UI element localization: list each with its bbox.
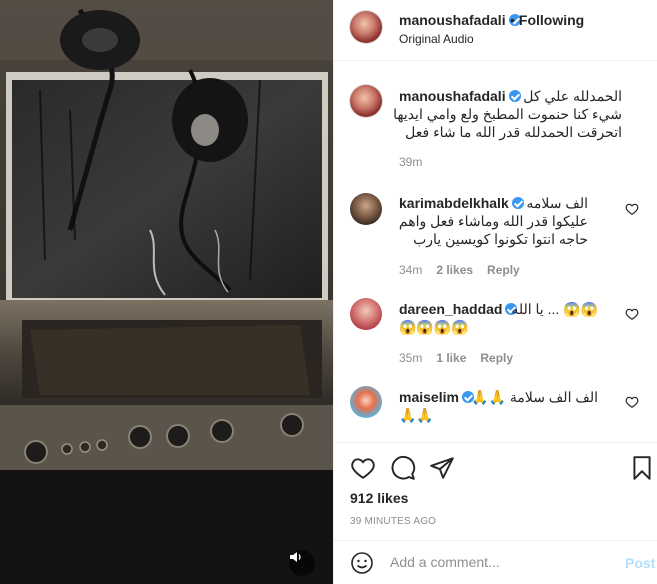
post-timestamp[interactable]: 39 MINUTES AGO <box>350 516 436 527</box>
caption-line-2: شيء كنا حنموت المطبخ ولع وامي ايديها <box>393 106 622 122</box>
like-comment-heart-icon[interactable] <box>625 202 639 216</box>
comment-username[interactable]: dareen_haddad <box>399 301 518 317</box>
original-audio-link[interactable]: Original Audio <box>399 32 474 46</box>
likes-count[interactable]: 912 likes <box>350 490 408 506</box>
comment-line: 😱😱😱😱 <box>399 319 469 335</box>
comment-avatar[interactable] <box>350 193 382 225</box>
post-button[interactable]: Post <box>625 555 655 571</box>
comment-age[interactable]: 35m <box>399 351 422 365</box>
add-comment-bar: Post <box>334 540 657 584</box>
comment-line: الف الف سلامة 🙏🙏 <box>471 389 598 405</box>
post-actions: 912 likes 39 MINUTES AGO <box>334 442 657 540</box>
comment-likes[interactable]: 2 likes <box>436 263 473 277</box>
caption-line-1: الحمدلله علي كل <box>523 88 622 104</box>
comment-line: حاجه انتوا تكونوا كويسين يارب <box>413 231 588 247</box>
like-comment-heart-icon[interactable] <box>625 395 639 409</box>
post-media[interactable] <box>0 0 333 584</box>
caption-username[interactable]: manoushafadali <box>399 88 521 104</box>
emoji-icon[interactable] <box>350 551 374 575</box>
like-heart-icon[interactable] <box>350 455 376 481</box>
caption-line-3: اتحرقت الحمدلله قدر الله ما شاء فعل <box>405 124 622 140</box>
comment-meta: 34m 2 likes Reply <box>399 263 520 277</box>
comment-bubble-icon[interactable] <box>390 455 416 481</box>
post-header: manoushafadali • Following Original Audio <box>334 0 657 61</box>
audio-toggle-button[interactable] <box>289 550 315 576</box>
reply-button[interactable]: Reply <box>480 351 513 365</box>
comment-meta: 35m 1 like Reply <box>399 351 513 365</box>
speaker-icon <box>290 552 301 562</box>
comment-input[interactable] <box>390 554 610 570</box>
comment-line: الف سلامه <box>526 195 588 211</box>
header-username[interactable]: manoushafadali <box>399 12 521 28</box>
comment-username[interactable]: karimabdelkhalk <box>399 195 524 211</box>
comment-age[interactable]: 34m <box>399 263 422 277</box>
caption-age[interactable]: 39m <box>399 155 422 169</box>
post-panel: manoushafadali • Following Original Audio… <box>333 0 657 584</box>
burnt-kitchen-image <box>0 0 333 584</box>
follow-status[interactable]: • Following <box>510 12 584 28</box>
avatar[interactable] <box>350 11 382 43</box>
comment-username[interactable]: maiselim <box>399 389 474 405</box>
verified-badge-icon <box>511 197 524 209</box>
comment-likes[interactable]: 1 like <box>436 351 466 365</box>
like-comment-heart-icon[interactable] <box>625 307 639 321</box>
reply-button[interactable]: Reply <box>487 263 520 277</box>
comment-avatar[interactable] <box>350 298 382 330</box>
comment-line: عليكوا قدر الله وماشاء فعل واهم <box>398 213 588 229</box>
comment-avatar[interactable] <box>350 386 382 418</box>
caption-avatar[interactable] <box>350 85 382 117</box>
share-paper-plane-icon[interactable] <box>429 455 455 481</box>
comment-line: 🙏🙏 <box>399 407 434 423</box>
save-bookmark-icon[interactable] <box>629 455 655 481</box>
verified-badge-icon <box>508 90 521 102</box>
comment-line: 😱😱 ... يا الله <box>511 301 598 317</box>
